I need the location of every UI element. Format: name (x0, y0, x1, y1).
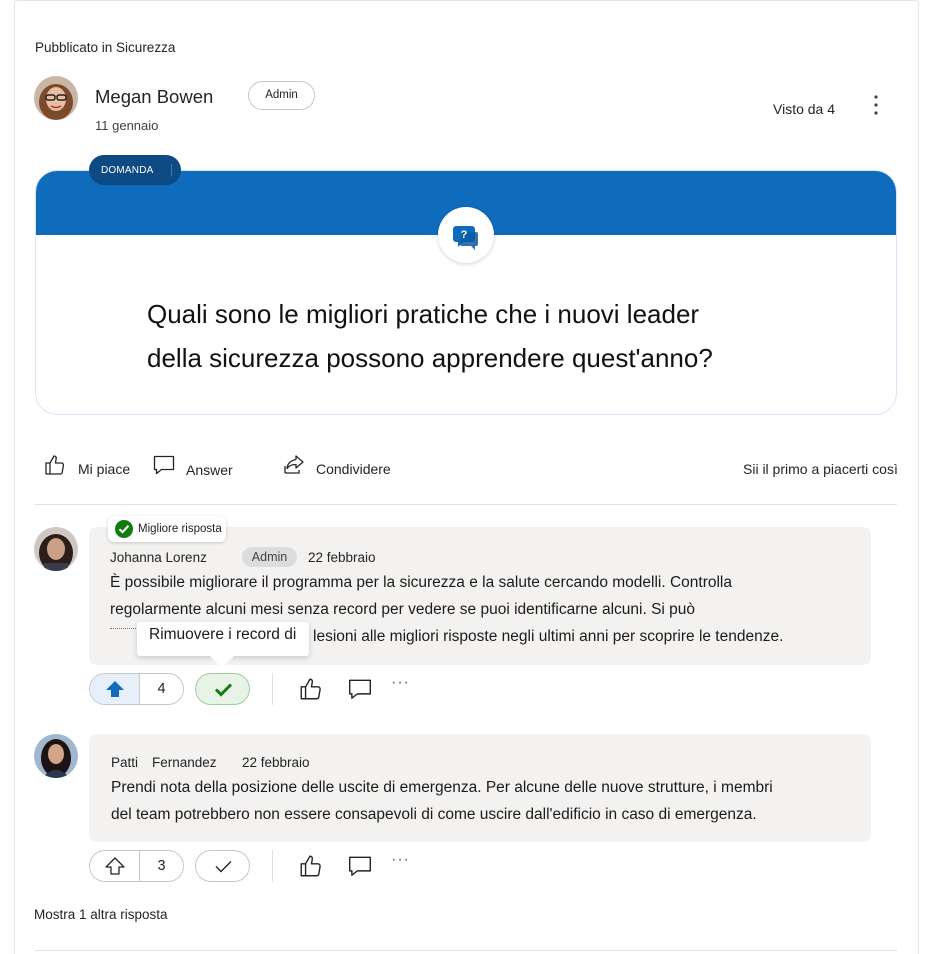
like-reply-button[interactable] (298, 853, 324, 879)
answer-button[interactable]: Answer (152, 453, 242, 483)
upvote-control[interactable]: 3 (89, 850, 184, 882)
post-date: 11 gennaio (95, 118, 159, 133)
accept-answer-button[interactable] (195, 673, 250, 705)
separator (272, 850, 273, 882)
upvote-button[interactable] (90, 674, 140, 704)
seen-by-count[interactable]: Visto da 4 (773, 101, 835, 117)
vote-count: 4 (157, 681, 166, 697)
comment-icon (153, 455, 175, 475)
tooltip-tail (208, 654, 236, 668)
upvote-control[interactable]: 4 (89, 673, 184, 705)
divider (35, 950, 897, 951)
comment-icon (349, 856, 371, 876)
upvote-button[interactable] (90, 851, 140, 881)
check-circle-icon (115, 520, 133, 538)
reply-body-line-1: È possibile migliorare il programma per … (110, 574, 732, 591)
question-tag-label: DOMANDA (101, 165, 154, 176)
tag-separator (171, 164, 172, 176)
reply-body-line-1: Prendi nota della posizione delle uscite… (111, 779, 773, 796)
question-line-2: della sicurezza possono apprendere quest… (147, 343, 713, 373)
answer-label: Answer (186, 462, 233, 478)
share-label: Condividere (316, 461, 391, 477)
arrow-up-icon (105, 857, 125, 875)
reply-role-badge: Admin (242, 547, 297, 567)
reply-body-line-2: regolarmente alcuni mesi senza record pe… (110, 601, 696, 618)
reply-author-last[interactable]: Fernandez (152, 755, 217, 770)
comment-reply-button[interactable] (347, 853, 373, 879)
like-button[interactable]: Mi piace (43, 453, 135, 483)
more-options-icon[interactable] (868, 94, 884, 116)
svg-text:?: ? (461, 229, 468, 241)
reply-avatar[interactable] (34, 734, 78, 778)
selection-marker (110, 628, 140, 630)
question-bubble-icon: ? (438, 207, 494, 263)
best-answer-label: Migliore risposta (138, 523, 222, 535)
question-text: Quali sono le migliori pratiche che i nu… (147, 292, 827, 380)
like-reply-button[interactable] (298, 676, 324, 702)
author-role-badge: Admin (248, 81, 315, 110)
ellipsis-icon[interactable]: ··· (391, 851, 410, 869)
reply-body-line-2: del team potrebbero non essere consapevo… (111, 806, 757, 823)
comment-reply-button[interactable] (347, 676, 373, 702)
separator (272, 673, 273, 705)
like-label: Mi piace (78, 461, 131, 477)
ellipsis-icon[interactable]: ··· (391, 674, 410, 692)
comment-icon (349, 679, 371, 699)
reply-body-line-3: lesioni alle migliori risposte negli ult… (313, 628, 784, 645)
like-first-text: Sii il primo a piacerti così (743, 461, 898, 477)
divider (35, 504, 897, 505)
author-avatar[interactable] (34, 76, 78, 120)
reply-author[interactable]: Johanna Lorenz (110, 550, 207, 565)
share-button[interactable]: Condividere (282, 453, 397, 483)
vote-count: 3 (157, 858, 166, 874)
question-line-1: Quali sono le migliori pratiche che i nu… (147, 299, 700, 329)
thumbs-up-icon (300, 855, 321, 877)
thumbs-up-icon (300, 678, 321, 700)
share-icon (284, 455, 304, 474)
accept-answer-button[interactable] (195, 850, 250, 882)
posted-in-label: Pubblicato in Sicurezza (35, 40, 176, 55)
author-name[interactable]: Megan Bowen (95, 86, 213, 108)
checkmark-icon (215, 861, 232, 873)
reply-date: 22 febbraio (308, 550, 376, 565)
thumbs-up-icon (45, 455, 65, 475)
reply-author-first[interactable]: Patti (111, 755, 138, 770)
arrow-up-icon (106, 681, 124, 697)
tooltip-text: Rimuovere i record di (149, 626, 297, 643)
reply-date: 22 febbraio (242, 755, 310, 770)
best-answer-badge: Migliore risposta (108, 516, 226, 542)
question-tag: DOMANDA (89, 155, 181, 185)
reply-avatar[interactable] (34, 527, 78, 571)
checkmark-icon (214, 683, 233, 697)
show-more-replies-link[interactable]: Mostra 1 altra risposta (34, 907, 168, 922)
